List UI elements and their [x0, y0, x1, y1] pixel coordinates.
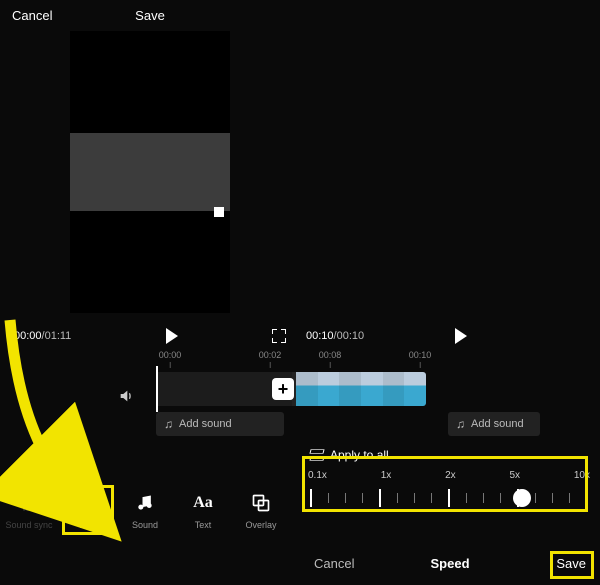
save-button[interactable]: Save: [135, 8, 165, 23]
right-timecode-row: 00:10/00:10: [300, 322, 600, 350]
left-timecode-row: 00:00/01:11: [0, 322, 300, 350]
right-elapsed-time: 00:10/00:10: [306, 330, 364, 342]
speed-title: Speed: [405, 556, 496, 571]
add-sound-label: Add sound: [179, 418, 232, 430]
tab-label: Overlay: [245, 520, 276, 530]
speaker-icon[interactable]: [118, 388, 134, 409]
text-icon: Aa: [192, 492, 214, 514]
highlight-speed-slider: [302, 456, 588, 512]
timeline-ruler: 00:00 00:02 00:08 00:10: [0, 350, 600, 366]
tab-text[interactable]: Aa Text: [174, 492, 232, 530]
tab-label: Sound sync: [5, 520, 52, 530]
timeline-track[interactable]: +: [156, 372, 426, 406]
right-header: [300, 0, 600, 16]
overlay-icon: [250, 492, 272, 514]
music-note-icon: ♫: [456, 417, 465, 431]
roblox-cube-icon: [214, 207, 224, 217]
total-value: 00:10: [337, 330, 365, 342]
elapsed-value: 00:10: [306, 330, 334, 342]
add-sound-row-right[interactable]: ♫ Add sound: [448, 412, 540, 436]
tab-label: Text: [195, 520, 212, 530]
add-sound-row-left[interactable]: ♫ Add sound: [156, 412, 284, 436]
play-button[interactable]: [455, 328, 467, 344]
right-preview-wrap: [300, 16, 600, 298]
total-value: 01:11: [45, 330, 72, 342]
tab-sound-sync[interactable]: Sound sync: [0, 492, 58, 530]
add-clip-button[interactable]: +: [272, 378, 294, 400]
tick-label: 00:02: [259, 350, 282, 368]
tick-label: 00:08: [319, 350, 342, 368]
bottom-tab-bar: Sound sync Edit Sound Aa Text: [0, 492, 290, 530]
music-note-icon: ♫: [164, 417, 173, 431]
tick-label: 00:00: [159, 350, 182, 368]
tab-sound[interactable]: Sound: [116, 492, 174, 530]
highlight-edit-tab: [62, 485, 114, 535]
sync-icon: [18, 492, 40, 514]
expand-icon[interactable]: [272, 329, 286, 343]
sound-icon: [134, 492, 156, 514]
tab-overlay[interactable]: Overlay: [232, 492, 290, 530]
left-header: Cancel Save: [0, 0, 300, 31]
add-sound-label: Add sound: [471, 418, 524, 430]
playhead[interactable]: [156, 366, 158, 412]
left-preview[interactable]: [70, 31, 230, 313]
speed-cancel-button[interactable]: Cancel: [300, 556, 405, 571]
tab-label: Sound: [132, 520, 158, 530]
left-elapsed-time: 00:00/01:11: [14, 330, 71, 342]
left-preview-wrap: [0, 31, 300, 313]
elapsed-value: 00:00: [14, 330, 42, 342]
timeline-thumbnails[interactable]: [296, 372, 426, 406]
cancel-button[interactable]: Cancel: [12, 8, 52, 23]
clip-strip: [70, 133, 230, 211]
highlight-speed-save: [550, 551, 594, 579]
tick-label: 00:10: [409, 350, 432, 368]
play-button[interactable]: [166, 328, 178, 344]
